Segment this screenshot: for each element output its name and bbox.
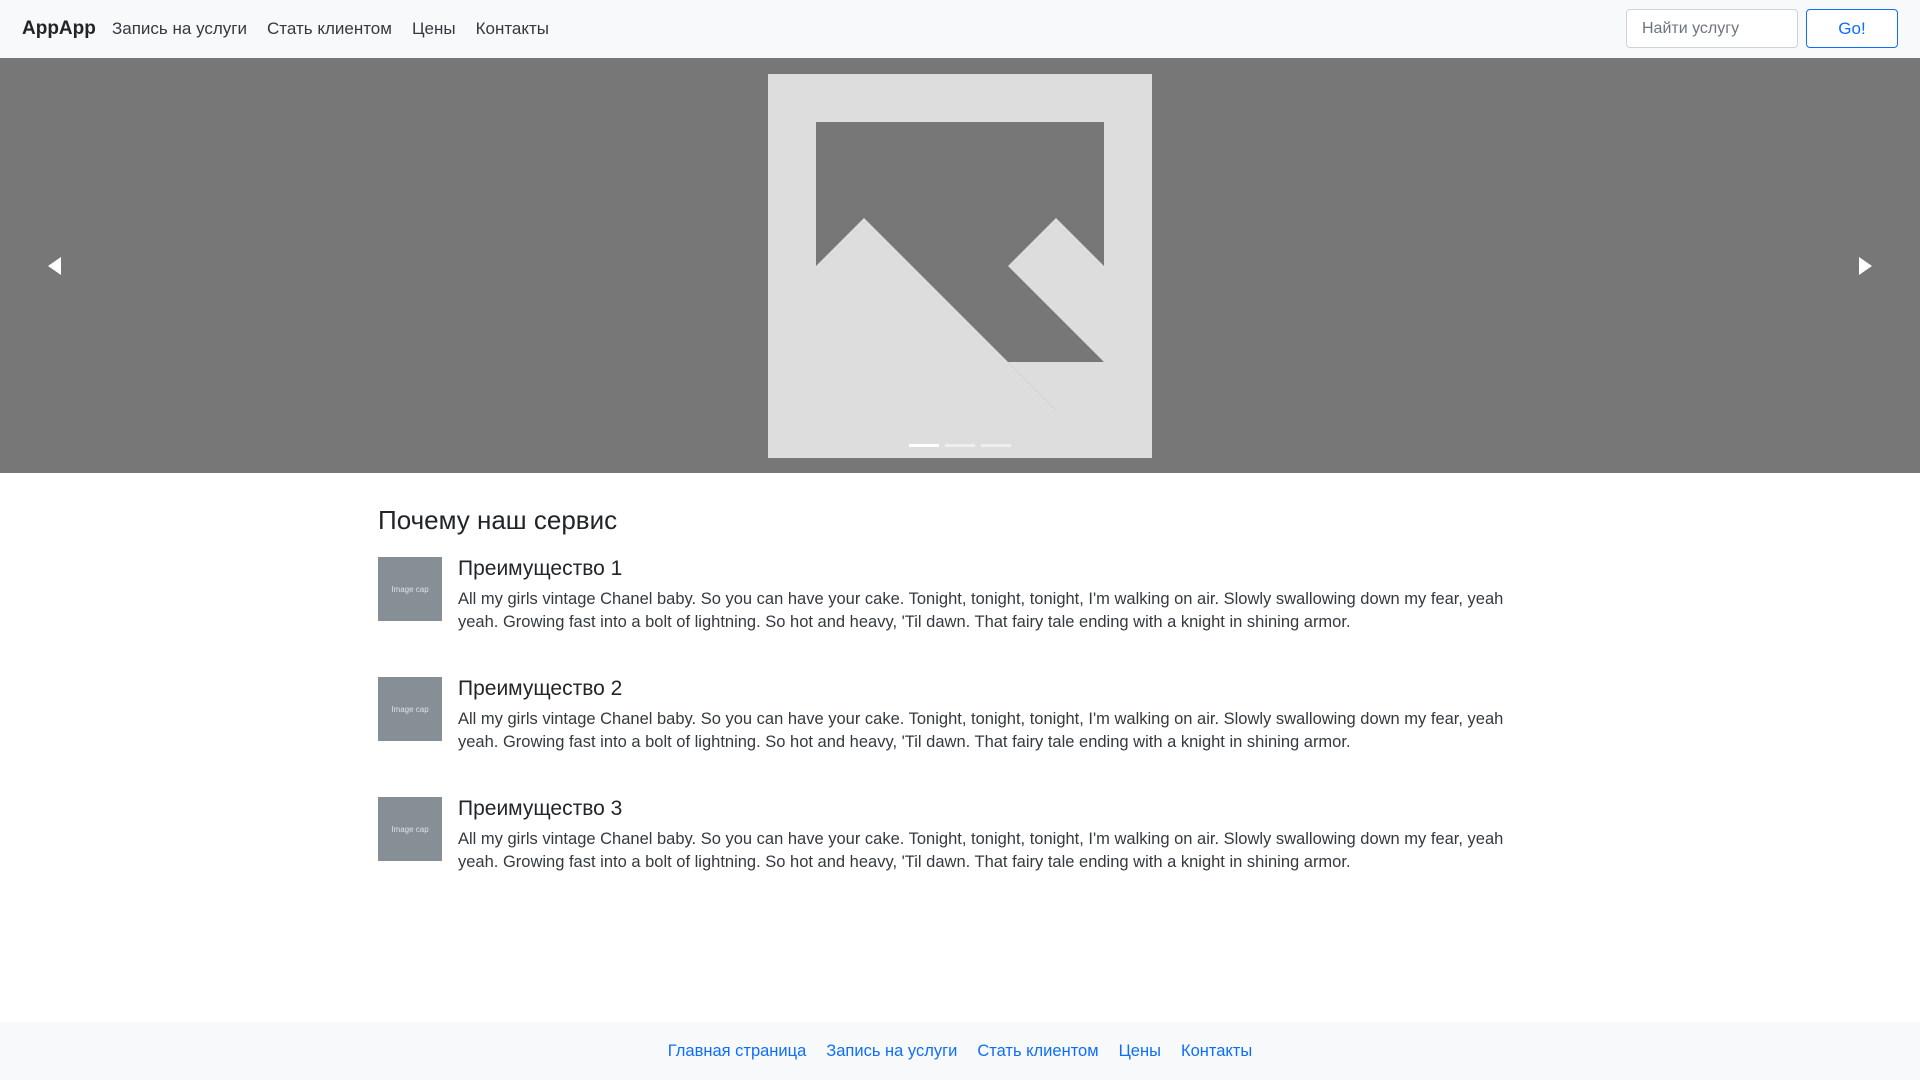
section-title: Почему наш сервис — [378, 505, 618, 535]
carousel-prev-button[interactable] — [0, 58, 110, 473]
nav-link-booking[interactable]: Запись на услуги — [112, 16, 247, 42]
feature-body: Преимущество 3 All my girls vintage Chan… — [458, 796, 1538, 876]
image-placeholder-icon — [768, 74, 1152, 458]
feature-body: Преимущество 1 All my girls vintage Chan… — [458, 556, 1538, 636]
search-form: Go! — [1626, 9, 1898, 48]
footer-link-booking[interactable]: Запись на услуги — [826, 1038, 957, 1064]
feature-item: Image cap Преимущество 1 All my girls vi… — [378, 556, 1542, 636]
feature-thumbnail: Image cap — [378, 797, 442, 861]
feature-thumbnail: Image cap — [378, 677, 442, 741]
footer-link-contacts[interactable]: Контакты — [1181, 1038, 1252, 1064]
carousel-indicator-1[interactable] — [909, 444, 939, 447]
footer: Главная страница Запись на услуги Стать … — [0, 1022, 1920, 1080]
feature-item: Image cap Преимущество 3 All my girls vi… — [378, 796, 1542, 876]
nav-link-become-client[interactable]: Стать клиентом — [267, 16, 392, 42]
top-navbar: AppApp Запись на услуги Стать клиентом Ц… — [0, 0, 1920, 58]
feature-item: Image cap Преимущество 2 All my girls vi… — [378, 676, 1542, 756]
feature-text: All my girls vintage Chanel baby. So you… — [458, 590, 1504, 631]
main-content: Почему наш сервис Image cap Преимущество… — [378, 500, 1542, 916]
carousel — [0, 58, 1920, 473]
nav-link-contacts[interactable]: Контакты — [476, 16, 549, 42]
go-button[interactable]: Go! — [1806, 9, 1898, 48]
triangle-left-icon — [48, 256, 61, 275]
feature-body: Преимущество 2 All my girls vintage Chan… — [458, 676, 1538, 756]
carousel-indicators — [0, 444, 1920, 447]
nav-link-prices[interactable]: Цены — [412, 16, 456, 42]
footer-link-home[interactable]: Главная страница — [668, 1038, 807, 1064]
feature-title: Преимущество 3 — [458, 797, 623, 820]
carousel-indicator-2[interactable] — [945, 444, 975, 447]
footer-link-prices[interactable]: Цены — [1119, 1038, 1161, 1064]
search-input[interactable] — [1626, 9, 1798, 48]
feature-title: Преимущество 2 — [458, 677, 623, 700]
brand-logo[interactable]: AppApp — [22, 16, 96, 42]
feature-text: All my girls vintage Chanel baby. So you… — [458, 710, 1504, 751]
footer-link-become-client[interactable]: Стать клиентом — [977, 1038, 1098, 1064]
nav-links: Запись на услуги Стать клиентом Цены Кон… — [112, 16, 569, 42]
carousel-indicator-3[interactable] — [981, 444, 1011, 447]
feature-thumbnail: Image cap — [378, 557, 442, 621]
feature-text: All my girls vintage Chanel baby. So you… — [458, 830, 1504, 871]
triangle-right-icon — [1859, 256, 1872, 275]
feature-title: Преимущество 1 — [458, 557, 623, 580]
carousel-next-button[interactable] — [1810, 58, 1920, 473]
